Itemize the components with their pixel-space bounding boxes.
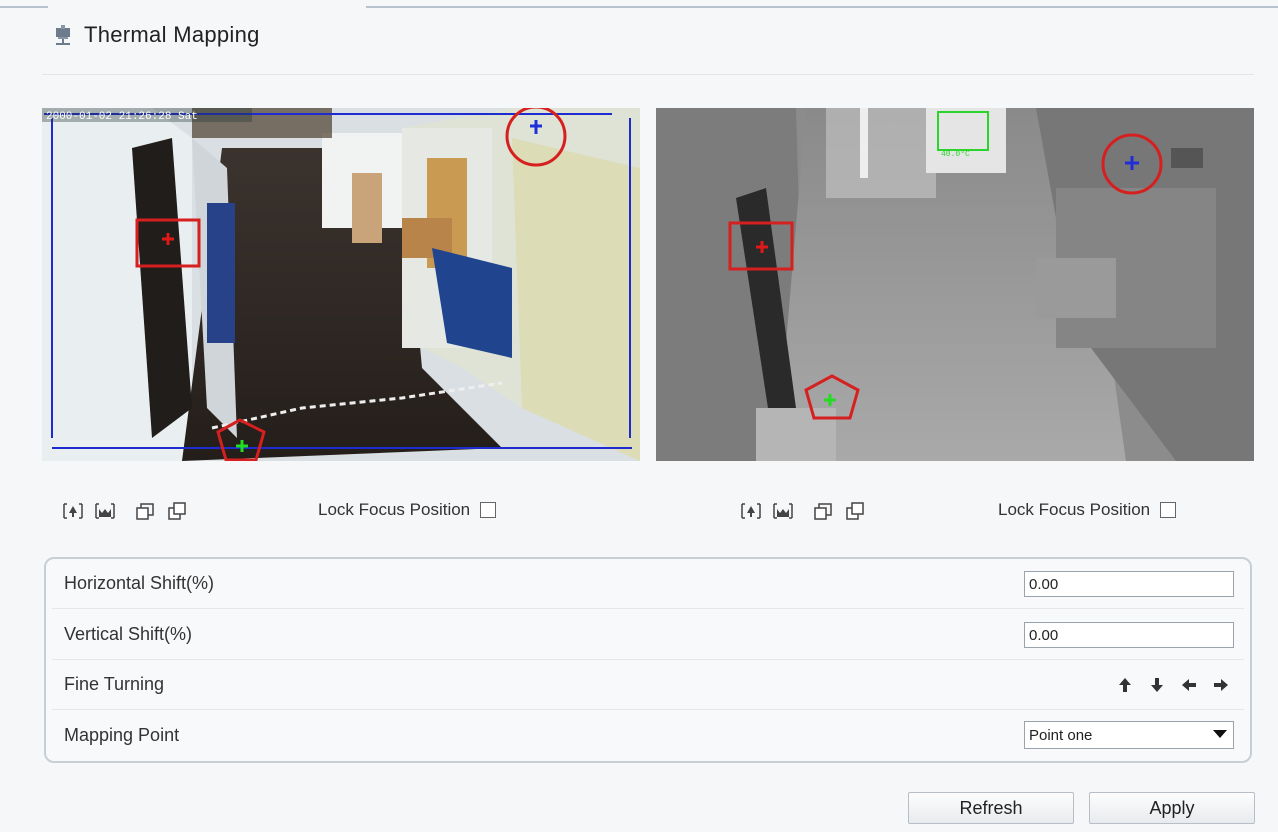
vertical-shift-input[interactable]: 0.00 — [1024, 621, 1234, 648]
refresh-button[interactable]: Refresh — [908, 792, 1074, 824]
arrow-down-icon[interactable] — [1148, 676, 1166, 694]
header-separator — [42, 74, 1254, 75]
temperature-readout: 40.0°C — [941, 150, 970, 159]
window-copy-icon[interactable] — [844, 501, 866, 521]
fine-turning-label: Fine Turning — [64, 674, 165, 694]
thermal-video-toolbar — [740, 496, 876, 526]
vertical-shift-label: Vertical Shift(%) — [64, 624, 193, 644]
fine-turning-controls — [1116, 676, 1230, 694]
visible-light-video[interactable]: 2000-01-02 21:26:28 Sat — [42, 108, 640, 461]
top-divider-left — [0, 6, 48, 8]
window-icon[interactable] — [134, 501, 156, 521]
visible-video-toolbar — [62, 496, 198, 526]
zoom-out-icon[interactable] — [94, 501, 116, 521]
window-copy-icon[interactable] — [166, 501, 188, 521]
mapping-point-select[interactable]: Point one — [1024, 721, 1234, 749]
arrow-up-icon[interactable] — [1116, 676, 1134, 694]
chevron-down-icon — [1213, 730, 1227, 738]
page-title: Thermal Mapping — [84, 22, 260, 47]
fine-turning-row: Fine Turning — [52, 660, 1244, 710]
zoom-in-icon[interactable] — [740, 501, 762, 521]
thermal-mapping-icon — [56, 25, 70, 45]
horizontal-shift-input[interactable]: 0.00 — [1024, 570, 1234, 597]
arrow-right-icon[interactable] — [1212, 676, 1230, 694]
lock-focus-label: Lock Focus Position — [998, 500, 1151, 519]
top-divider-right — [366, 6, 1278, 8]
horizontal-shift-row: Horizontal Shift(%) 0.00 — [52, 559, 1244, 609]
vertical-shift-row: Vertical Shift(%) 0.00 — [52, 610, 1244, 660]
zoom-out-icon[interactable] — [772, 501, 794, 521]
mapping-point-row: Mapping Point Point one — [52, 710, 1244, 760]
mapping-point-label: Mapping Point — [64, 724, 180, 745]
lock-focus-checkbox[interactable] — [1160, 502, 1177, 518]
lock-focus-right: Lock Focus Position — [998, 498, 1177, 522]
lock-focus-label: Lock Focus Position — [318, 500, 471, 519]
lock-focus-checkbox[interactable] — [480, 502, 497, 518]
horizontal-shift-label: Horizontal Shift(%) — [64, 573, 215, 593]
lock-focus-left: Lock Focus Position — [318, 498, 497, 522]
page-header: Thermal Mapping — [52, 18, 260, 52]
mapping-point-value: Point one — [1029, 727, 1093, 744]
apply-button[interactable]: Apply — [1089, 792, 1255, 824]
video-timestamp: 2000-01-02 21:26:28 Sat — [46, 111, 198, 123]
arrow-left-icon[interactable] — [1180, 676, 1198, 694]
zoom-in-icon[interactable] — [62, 501, 84, 521]
window-icon[interactable] — [812, 501, 834, 521]
mapping-settings-panel: Horizontal Shift(%) 0.00 Vertical Shift(… — [44, 557, 1252, 763]
thermal-video[interactable]: 40.0°C — [656, 108, 1254, 461]
